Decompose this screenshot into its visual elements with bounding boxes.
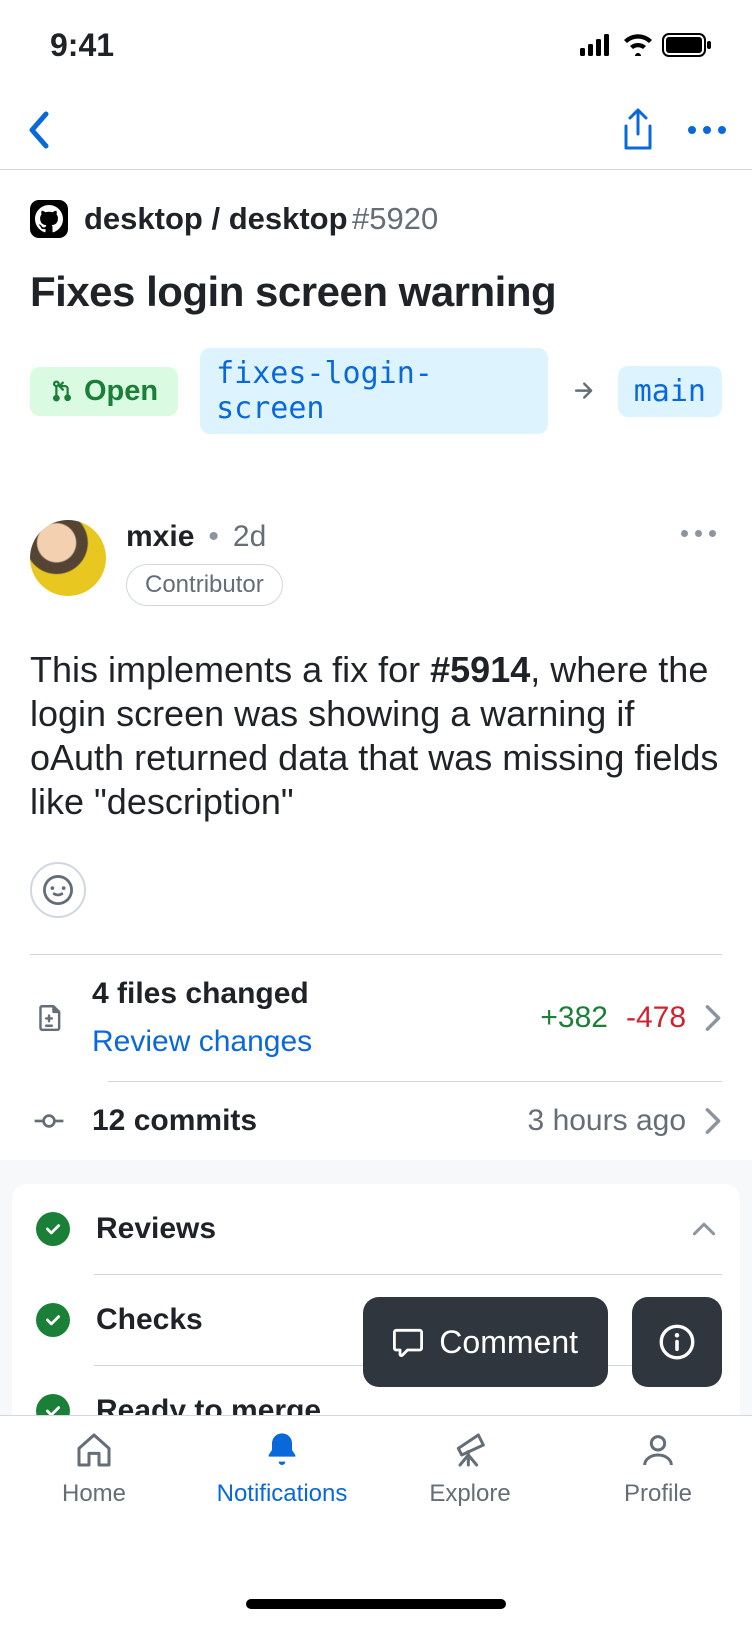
status-time: 9:41 bbox=[50, 27, 114, 64]
bell-icon bbox=[262, 1430, 302, 1470]
additions-count: +382 bbox=[540, 1001, 608, 1035]
author-time: 2d bbox=[233, 520, 266, 554]
check-circle-icon bbox=[36, 1212, 70, 1246]
cellular-icon bbox=[580, 34, 614, 56]
target-branch[interactable]: main bbox=[618, 366, 722, 417]
home-indicator[interactable] bbox=[246, 1599, 506, 1609]
pr-title: Fixes login screen warning bbox=[30, 268, 722, 316]
arrow-right-icon bbox=[570, 378, 596, 404]
status-bar: 9:41 bbox=[0, 0, 752, 90]
tab-home[interactable]: Home bbox=[0, 1430, 188, 1625]
back-button[interactable] bbox=[26, 110, 50, 150]
chevron-right-icon bbox=[704, 1107, 722, 1135]
issue-reference[interactable]: #5914 bbox=[430, 649, 530, 690]
author-username[interactable]: mxie bbox=[126, 520, 194, 554]
source-branch[interactable]: fixes-login-screen bbox=[200, 348, 548, 434]
check-circle-icon bbox=[36, 1303, 70, 1337]
tab-explore[interactable]: Explore bbox=[376, 1430, 564, 1625]
deletions-count: -478 bbox=[626, 1001, 686, 1035]
commits-label: 12 commits bbox=[92, 1104, 500, 1138]
file-diff-icon bbox=[34, 1003, 64, 1033]
person-icon bbox=[638, 1430, 678, 1470]
share-button[interactable] bbox=[620, 108, 656, 152]
pr-meta-row: Open fixes-login-screen main bbox=[30, 348, 722, 434]
home-icon bbox=[74, 1430, 114, 1470]
tab-bar: Home Notifications Explore Profile bbox=[0, 1415, 752, 1625]
status-icons bbox=[580, 33, 712, 57]
info-icon bbox=[659, 1324, 695, 1360]
more-button[interactable] bbox=[688, 126, 726, 134]
info-button[interactable] bbox=[632, 1297, 722, 1387]
commits-row[interactable]: 12 commits 3 hours ago bbox=[34, 1082, 722, 1160]
reviews-row[interactable]: Reviews bbox=[30, 1184, 722, 1274]
comment-icon bbox=[393, 1327, 423, 1357]
git-commit-icon bbox=[34, 1106, 64, 1136]
wifi-icon bbox=[622, 34, 654, 56]
files-changed-row[interactable]: 4 files changed Review changes +382 -478 bbox=[34, 955, 722, 1081]
review-changes-link[interactable]: Review changes bbox=[92, 1025, 512, 1059]
comment-button[interactable]: Comment bbox=[363, 1297, 608, 1387]
issue-number: #5920 bbox=[352, 201, 438, 236]
author-block: mxie • 2d Contributor bbox=[30, 520, 722, 606]
state-badge: Open bbox=[30, 367, 178, 416]
tab-profile[interactable]: Profile bbox=[564, 1430, 752, 1625]
comment-more-button[interactable] bbox=[681, 530, 716, 537]
github-icon bbox=[30, 200, 68, 238]
battery-icon bbox=[662, 33, 712, 57]
chevron-up-icon bbox=[692, 1221, 716, 1237]
git-pull-request-icon bbox=[50, 377, 74, 405]
commits-time: 3 hours ago bbox=[528, 1104, 686, 1138]
files-changed-label: 4 files changed bbox=[92, 977, 512, 1011]
repo-path: desktop / desktop #5920 bbox=[84, 201, 438, 237]
repo-header[interactable]: desktop / desktop #5920 bbox=[30, 200, 722, 238]
nav-bar bbox=[0, 90, 752, 170]
tab-notifications[interactable]: Notifications bbox=[188, 1430, 376, 1625]
pr-description: This implements a fix for #5914, where t… bbox=[30, 648, 722, 824]
avatar[interactable] bbox=[30, 520, 106, 596]
role-badge: Contributor bbox=[126, 564, 283, 606]
chevron-right-icon bbox=[704, 1004, 722, 1032]
add-reaction-button[interactable] bbox=[30, 862, 86, 918]
smiley-icon bbox=[43, 875, 73, 905]
telescope-icon bbox=[450, 1430, 490, 1470]
